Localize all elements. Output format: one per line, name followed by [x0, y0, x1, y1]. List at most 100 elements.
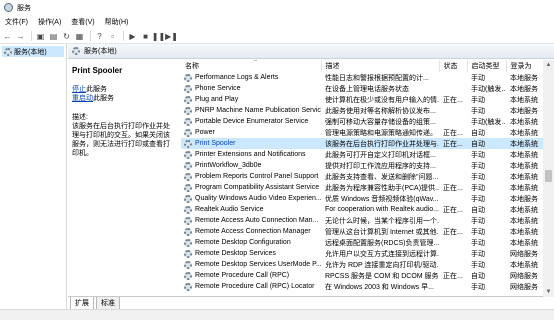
- gear-icon: [184, 128, 192, 137]
- menu-view[interactable]: 查看(V): [66, 17, 99, 27]
- service-name-cell: Remote Desktop Configuration: [181, 237, 321, 248]
- restart-link[interactable]: 重启动: [72, 95, 93, 102]
- service-startup-type: 手动: [471, 107, 485, 115]
- table-row[interactable]: Remote Desktop Services 允许用户以交互方式连接到远程计算.…: [181, 248, 543, 259]
- restart-icon[interactable]: ▶❚: [165, 31, 178, 42]
- service-logon-as: 本地系统: [510, 217, 538, 225]
- table-row[interactable]: Remote Desktop Services UserMode P... 允许为…: [181, 259, 543, 270]
- table-row[interactable]: Problem Reports Control Panel Support 此服务…: [181, 171, 543, 182]
- table-row[interactable]: Print Spooler 该服务在后台执行打印作业并处理与... 正在... 自动本…: [181, 138, 543, 149]
- menu-action[interactable]: 操作(A): [33, 17, 66, 27]
- service-status: [439, 193, 467, 204]
- action-links: 停止此服务 重启动此服务: [72, 85, 176, 103]
- export-icon[interactable]: ▦: [74, 31, 85, 42]
- gear-icon: [184, 194, 192, 203]
- service-name: Plug and Play: [195, 96, 239, 103]
- table-row[interactable]: Remote Procedure Call (RPC) Locator 在 Win…: [181, 281, 543, 292]
- help-icon[interactable]: ?: [94, 31, 105, 42]
- service-name: Print Spooler: [195, 140, 236, 147]
- table-row[interactable]: Realtek Audio Service For cooperation wit…: [181, 204, 543, 215]
- panel-header: 服务(本地): [68, 44, 554, 59]
- scroll-down-icon[interactable]: ▼: [543, 287, 554, 297]
- properties-icon[interactable]: ▫: [107, 31, 118, 42]
- refresh-icon[interactable]: ↻: [61, 31, 72, 42]
- gear-icon: [184, 106, 192, 115]
- table-row[interactable]: Plug and Play 使计算机在极少或没有用户输入的情... 正在... 手动 本…: [181, 94, 543, 105]
- gear-icon: [184, 216, 192, 225]
- service-startup-type: 自动: [467, 138, 506, 149]
- table-row[interactable]: Remote Desktop Configuration 远程桌面配置服务(RDC…: [181, 237, 543, 248]
- back-icon[interactable]: ←: [2, 31, 13, 42]
- start-icon[interactable]: ▶: [127, 31, 138, 42]
- title-bar: 服务: [0, 0, 554, 15]
- table-row[interactable]: Remote Access Auto Connection Man... 无论什么…: [181, 215, 543, 226]
- pause-icon[interactable]: ❚❚: [152, 31, 165, 42]
- service-logon-as: 本地系统: [510, 173, 538, 181]
- table-row[interactable]: Printer Extensions and Notifications 此服务可…: [181, 149, 543, 160]
- column-header-startup-type[interactable]: 启动类型: [467, 60, 507, 72]
- gear-icon: [72, 47, 80, 55]
- list-icon[interactable]: ▤: [48, 31, 59, 42]
- service-description: 使计算机在极少或没有用户输入的情...: [325, 96, 439, 104]
- window-title: 服务: [17, 4, 31, 12]
- scroll-up-icon[interactable]: ▲: [543, 60, 554, 70]
- table-row[interactable]: Performance Logs & Alerts 性能日志和警报根据预配置的计.…: [181, 72, 543, 83]
- gear-icon: [184, 150, 192, 159]
- service-logon-as: 网络服务: [510, 283, 538, 291]
- column-header-status[interactable]: 状态: [439, 60, 468, 72]
- service-description: For cooperation with Realtek audio...: [325, 206, 439, 213]
- service-status: [439, 237, 467, 248]
- gear-icon: [4, 47, 12, 56]
- service-status: [439, 72, 467, 83]
- service-description: 无论什么时候，当某个程序引用一个...: [325, 217, 439, 225]
- table-row[interactable]: PrintWorkflow_3db0e 提供对打印工作流应用程序的支持... 手动 本…: [181, 160, 543, 171]
- service-description: 管理从这台计算机到 Internet 或其他...: [325, 228, 439, 236]
- service-logon-as: 网络服务: [510, 272, 538, 280]
- status-bar: [0, 309, 554, 320]
- forward-icon[interactable]: →: [15, 31, 26, 42]
- service-startup-type: 手动: [471, 239, 485, 247]
- column-header-logon-as[interactable]: 登录为: [506, 60, 543, 72]
- gear-icon: [184, 249, 192, 258]
- service-name: Remote Procedure Call (RPC): [195, 272, 290, 279]
- scrollbar-thumb[interactable]: [545, 170, 552, 182]
- sort-ascending-icon: ⌃: [253, 60, 259, 66]
- service-name-cell: Printer Extensions and Notifications: [181, 149, 321, 160]
- service-description: 允许为 RDP 连接重定向打印机/驱动...: [325, 261, 439, 269]
- stop-icon[interactable]: ■: [140, 31, 151, 42]
- menu-file[interactable]: 文件(F): [0, 17, 33, 27]
- service-name: Phone Service: [195, 85, 241, 92]
- service-logon-as: 本地服务: [510, 85, 538, 93]
- table-row[interactable]: Remote Access Connection Manager 管理从这台计算机…: [181, 226, 543, 237]
- table-row[interactable]: Power 管理电源策略和电源策略通知传递。 正在... 自动 本地系统: [181, 127, 543, 138]
- service-logon-as: 本地系统: [510, 184, 538, 192]
- service-name-cell: Remote Access Auto Connection Man...: [181, 215, 321, 226]
- table-row[interactable]: Remote Procedure Call (RPC) RPCSS 服务是 COM…: [181, 270, 543, 281]
- show-tree-icon[interactable]: ▣: [35, 31, 46, 42]
- service-logon-as: 本地系统: [506, 138, 543, 149]
- panel-header-label: 服务(本地): [84, 48, 117, 55]
- service-startup-type: 手动: [471, 261, 485, 269]
- table-row[interactable]: Program Compatibility Assistant Service 此…: [181, 182, 543, 193]
- service-name-cell: Portable Device Enumerator Service: [181, 116, 321, 127]
- table-row[interactable]: PNRP Machine Name Publication Service 此服务…: [181, 105, 543, 116]
- tree-item-services-local[interactable]: 服务(本地): [2, 46, 64, 57]
- service-name-cell: PNRP Machine Name Publication Service: [181, 105, 321, 116]
- service-logon-as: 本地系统: [510, 261, 538, 269]
- service-startup-type: 手动(触发...: [471, 118, 506, 126]
- menu-help[interactable]: 帮助(H): [100, 17, 134, 27]
- stop-link[interactable]: 停止: [72, 86, 86, 93]
- service-description: 该服务在后台执行打印作业并处理与...: [321, 138, 439, 149]
- vertical-scrollbar[interactable]: ▲ ▼: [543, 60, 554, 297]
- service-name: Performance Logs & Alerts: [195, 74, 279, 81]
- service-status: [439, 248, 467, 259]
- table-row[interactable]: Portable Device Enumerator Service 强制可移动大…: [181, 116, 543, 127]
- table-row[interactable]: Quality Windows Audio Video Experien... 优…: [181, 193, 543, 204]
- table-row[interactable]: Phone Service 在设备上管理电话服务状态 手动(触发... 本地服务: [181, 83, 543, 94]
- column-header-name[interactable]: 名称 ⌃: [181, 60, 322, 72]
- column-header-description[interactable]: 描述: [321, 60, 440, 72]
- service-status: [439, 171, 467, 182]
- gear-icon: [184, 238, 192, 247]
- restart-suffix: 此服务: [93, 95, 114, 102]
- service-startup-type: 手动: [471, 283, 485, 291]
